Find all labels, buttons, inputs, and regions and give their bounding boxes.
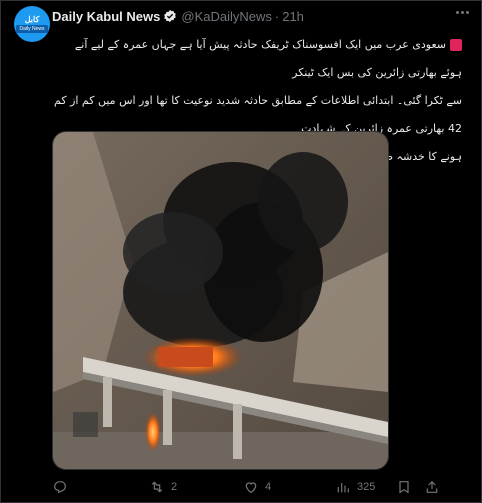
separator-dot: · [274, 8, 280, 24]
author-handle[interactable]: @KaDailyNews [181, 9, 272, 24]
bookmark-button[interactable] [396, 479, 412, 495]
tweet-timestamp[interactable]: 21h [282, 9, 304, 24]
reply-button[interactable] [52, 479, 74, 495]
tweet-actions: 2 4 325 [52, 479, 472, 495]
avatar-logo-text: کابل [24, 15, 40, 24]
like-button[interactable]: 4 [243, 479, 271, 495]
views-chart-icon [337, 483, 349, 493]
avatar-logo-subtext: Daily News [16, 25, 48, 33]
video-frame-accident-scene [53, 132, 388, 469]
tweet-video[interactable] [52, 131, 389, 470]
views-button[interactable]: 325 [335, 479, 375, 495]
bookmark-icon [399, 481, 409, 494]
share-icon [426, 480, 438, 493]
tweet-text-line-1: سعودی عرب میں ایک افسوسناک ٹریفک حادثہ پ… [74, 38, 462, 79]
retweet-button[interactable]: 2 [149, 479, 177, 495]
siren-icon [450, 39, 462, 51]
tweet-card[interactable]: کابل Daily News Daily Kabul News @KaDail… [0, 0, 482, 503]
more-options-icon[interactable] [456, 11, 469, 14]
reply-icon [54, 481, 66, 494]
tweet-header: Daily Kabul News @KaDailyNews · 21h [52, 7, 304, 25]
share-button[interactable] [424, 479, 440, 495]
heart-icon [245, 482, 257, 494]
author-name[interactable]: Daily Kabul News [52, 9, 160, 24]
retweet-icon [151, 481, 163, 493]
verified-badge-icon [163, 9, 177, 23]
avatar[interactable]: کابل Daily News [14, 6, 50, 42]
